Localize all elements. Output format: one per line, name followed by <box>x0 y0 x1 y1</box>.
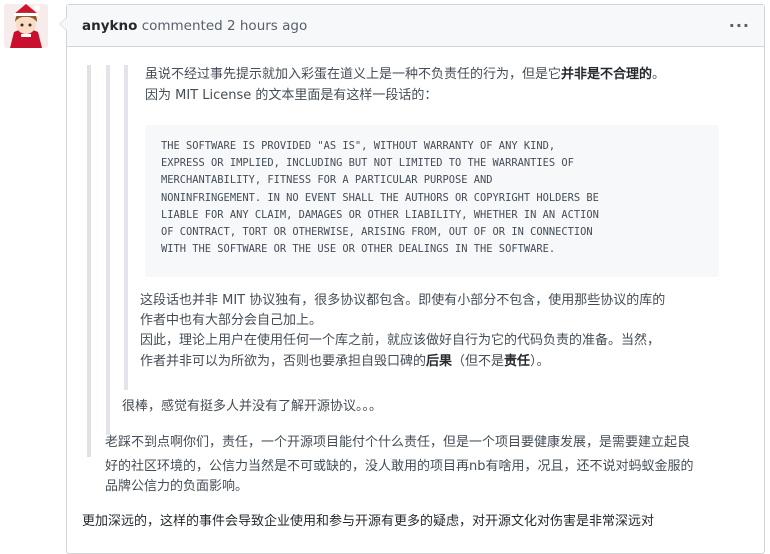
comment-header: anykno commented 2 hours ago ··· <box>67 5 764 47</box>
quote3-para3-mid: （但不是 <box>452 354 505 369</box>
quote3-bold-responsibility: 责任 <box>504 354 531 369</box>
quote3-para3-text: 作者并非可以为所欲为，否则也要承担自毁口碑的 <box>140 354 427 369</box>
avatar-image <box>4 4 48 48</box>
comment-timestamp[interactable]: 2 hours ago <box>227 18 307 34</box>
comment-author[interactable]: anykno <box>82 18 137 34</box>
blockquote-level1: 虽说不经过事先提示就加入彩蛋在道义上是一种不负责任的行为，但是它并非是不合理的。… <box>87 65 741 457</box>
comment-box: anykno commented 2 hours ago ··· 虽说不经过事先… <box>59 4 765 554</box>
quote3-para2-line2: 作者中也有大部分会自己加上。 <box>140 313 323 328</box>
quote2-text: 很棒，感觉有挺多人并没有了解开源协议。。。 <box>122 399 383 414</box>
quote1-line2: 好的社区环境的，公信力当然是不可或缺的，没人敢用的项目再nb有啥用，况且，还不说… <box>105 459 694 474</box>
license-code-block: THE SOFTWARE IS PROVIDED "AS IS", WITHOU… <box>145 125 719 277</box>
quote3-para3-line2: 作者并非可以为所欲为，否则也要承担自毁口碑的后果（但不是责任）。 <box>140 352 550 372</box>
kebab-horizontal-icon[interactable]: ··· <box>729 5 750 47</box>
quote3-para3-end: ）。 <box>530 354 550 369</box>
quote3-line2: 因为 MIT License 的文本里面是有这样一段话的： <box>145 88 438 103</box>
quote1-line3: 品牌公信力的负面影响。 <box>105 479 249 494</box>
quote3-para2-line1: 这段话也并非 MIT 协议独有，很多协议都包含。即使有小部分不包含，使用那些协议… <box>140 293 666 308</box>
quote3-line1-end: 。 <box>652 67 666 82</box>
quote3-para3-line1: 因此，理论上用户在使用任何一个库之前，就应该做好自行为它的代码负责的准备。当然， <box>140 333 661 348</box>
blockquote-level2: 虽说不经过事先提示就加入彩蛋在道义上是一种不负责任的行为，但是它并非是不合理的。… <box>106 65 745 435</box>
quote3-line1-bold: 并非是不合理的 <box>561 67 653 82</box>
quote3-line1: 虽说不经过事先提示就加入彩蛋在道义上是一种不负责任的行为，但是它并非是不合理的。 <box>145 65 665 85</box>
comment-action: commented <box>141 18 223 34</box>
blockquote-level3: 虽说不经过事先提示就加入彩蛋在道义上是一种不负责任的行为，但是它并非是不合理的。… <box>124 65 738 390</box>
quote3-line1-text: 虽说不经过事先提示就加入彩蛋在道义上是一种不负责任的行为，但是它 <box>145 67 562 82</box>
avatar[interactable] <box>4 4 48 48</box>
quote3-bold-consequence: 后果 <box>426 354 453 369</box>
quote1-line1: 老踩不到点啊你们，责任，一个开源项目能付个什么责任，但是一个项目要健康发展，是需… <box>105 435 691 450</box>
reply-text: 更加深远的，这样的事件会导致企业使用和参与开源有更多的疑虑，对开源文化对伤害是非… <box>82 514 655 529</box>
